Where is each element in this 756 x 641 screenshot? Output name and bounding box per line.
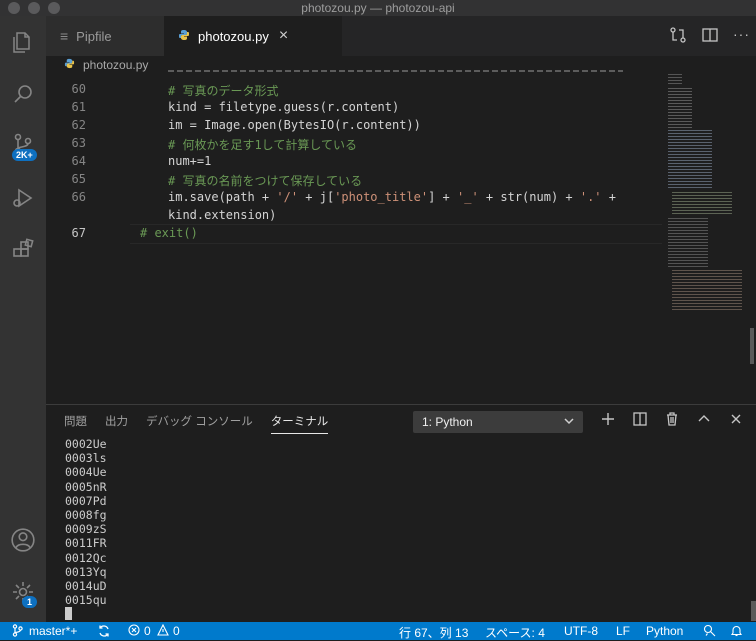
status-bar: master*+ 0 0 行 67、列 13 スペース: 4 UTF-8 LF … [0, 622, 756, 640]
terminal-line: 0002Ue [65, 437, 107, 451]
line-number: 64 [71, 154, 86, 168]
encoding[interactable]: UTF-8 [564, 624, 598, 638]
sync-icon[interactable] [97, 624, 111, 641]
code-line: # 写真のデータ形式 [168, 84, 279, 98]
line-number: 66 [71, 190, 86, 204]
terminal-cursor [65, 607, 72, 621]
panel-actions [600, 411, 744, 432]
tab-label: Pipfile [76, 28, 112, 44]
run-debug-icon[interactable] [7, 182, 39, 214]
code-editor[interactable]: 60 # 写真のデータ形式 61 kind = filetype.guess(r… [46, 70, 756, 404]
code-token: + str(num) + [478, 190, 580, 204]
warning-count[interactable]: 0 [173, 624, 180, 638]
breadcrumb-file[interactable]: photozou.py [83, 58, 148, 72]
warning-icon[interactable] [157, 623, 169, 639]
file-lines-icon: ≡ [60, 28, 69, 44]
explorer-icon[interactable] [7, 26, 39, 58]
tab-label: photozou.py [198, 28, 269, 44]
string-token: '/' [276, 190, 299, 204]
string-token: '_' [457, 190, 479, 204]
trash-icon[interactable] [664, 411, 680, 432]
code-token: + j[ [298, 190, 335, 204]
editor-actions: ··· [669, 26, 750, 49]
close-panel-icon[interactable] [728, 411, 744, 432]
error-icon[interactable] [128, 624, 140, 639]
tab-debug-console[interactable]: デバッグ コンソール [146, 413, 253, 434]
minimap[interactable] [664, 74, 756, 404]
code-token: im.save(path + [168, 190, 277, 204]
settings-badge: 1 [22, 596, 38, 608]
editor-tabs: ≡ Pipfile photozou.py × ··· [46, 16, 756, 56]
terminal-line: 0014uD [65, 579, 107, 594]
string-token: '.' [579, 190, 602, 204]
language-mode[interactable]: Python [646, 624, 683, 638]
terminal-select[interactable]: 1: Python [413, 411, 583, 433]
terminal-line: 0015qu [65, 593, 107, 608]
feedback-icon[interactable] [703, 624, 716, 640]
python-file-icon [178, 29, 190, 44]
code-line: # 写真の名前をつけて保存している [168, 174, 363, 188]
terminal-line: 0011FR [65, 536, 107, 551]
terminal-output[interactable]: 0002Ue 0003ls 0004Ue 0005nR 0007Pd 0008fg 0009… [65, 437, 107, 624]
line-number: 67 [71, 226, 86, 240]
window-title: photozou.py — photozou-api [301, 1, 455, 15]
chevron-down-icon [563, 415, 575, 430]
split-terminal-icon[interactable] [632, 411, 648, 432]
line-number: 65 [71, 172, 86, 186]
tab-terminal[interactable]: ターミナル [270, 413, 329, 434]
search-icon[interactable] [7, 78, 39, 110]
branch-icon[interactable] [12, 624, 23, 640]
line-number: 61 [71, 100, 86, 114]
terminal-line: 0007Pd [65, 493, 107, 508]
scrolled-line-fragment [168, 66, 623, 72]
close-tab-icon[interactable]: × [279, 27, 288, 45]
split-editor-icon[interactable] [701, 26, 719, 49]
end-of-line[interactable]: LF [616, 624, 630, 638]
code-line-wrapped: kind.extension) [168, 208, 277, 222]
code-line: kind = filetype.guess(r.content) [168, 100, 400, 114]
tab-photozou[interactable]: photozou.py × [164, 16, 342, 56]
cursor-position[interactable]: 行 67、列 13 [399, 624, 468, 641]
terminal-line: 0008fg [65, 508, 107, 523]
code-line: im.save(path + '/' + j['photo_title'] + … [168, 190, 616, 204]
indentation[interactable]: スペース: 4 [485, 624, 545, 641]
terminal-scrollbar[interactable] [751, 601, 756, 621]
open-changes-icon[interactable] [669, 26, 687, 49]
tab-output[interactable]: 出力 [105, 413, 128, 434]
extensions-icon[interactable] [7, 234, 39, 266]
new-terminal-plus-icon[interactable] [600, 411, 616, 432]
notifications-bell-icon[interactable] [730, 624, 743, 640]
terminal-line: 0003ls [65, 451, 107, 466]
string-token: 'photo_title' [334, 190, 429, 204]
code-line: im = Image.open(BytesIO(r.content)) [168, 118, 421, 132]
panel-tabs: 問題 出力 デバッグ コンソール ターミナル [64, 413, 329, 434]
line-number: 63 [71, 136, 86, 150]
code-token: + [601, 190, 616, 204]
branch-name[interactable]: master*+ [29, 624, 77, 638]
error-count[interactable]: 0 [144, 624, 151, 638]
code-line: num+=1 [168, 154, 212, 168]
python-file-icon [64, 58, 75, 72]
code-line: # 何枚かを足す1して計算している [168, 138, 357, 152]
terminal-line: 0004Ue [65, 465, 107, 480]
line-number: 60 [71, 82, 86, 96]
title-bar: photozou.py — photozou-api [0, 0, 756, 16]
activity-bar: 2K+ 1 [0, 16, 46, 622]
code-token: ] + [428, 190, 458, 204]
tab-pipfile[interactable]: ≡ Pipfile [46, 16, 164, 56]
tab-problems[interactable]: 問題 [64, 413, 87, 434]
bottom-panel: 問題 出力 デバッグ コンソール ターミナル 1: Python 0002Ue 0… [46, 404, 756, 623]
terminal-line: 0013Yq [65, 564, 107, 579]
line-number: 62 [71, 118, 86, 132]
more-actions-icon[interactable]: ··· [733, 26, 750, 49]
chevron-up-icon[interactable] [696, 411, 712, 432]
terminal-line: 0012Qc [65, 550, 107, 565]
account-icon[interactable] [7, 524, 39, 556]
terminal-line: 0009zS [65, 522, 107, 537]
current-line-highlight [130, 224, 662, 244]
code-line: # exit() [140, 226, 198, 240]
terminal-select-value: 1: Python [422, 415, 473, 429]
scm-badge: 2K+ [12, 149, 37, 161]
terminal-line: 0005nR [65, 479, 107, 494]
